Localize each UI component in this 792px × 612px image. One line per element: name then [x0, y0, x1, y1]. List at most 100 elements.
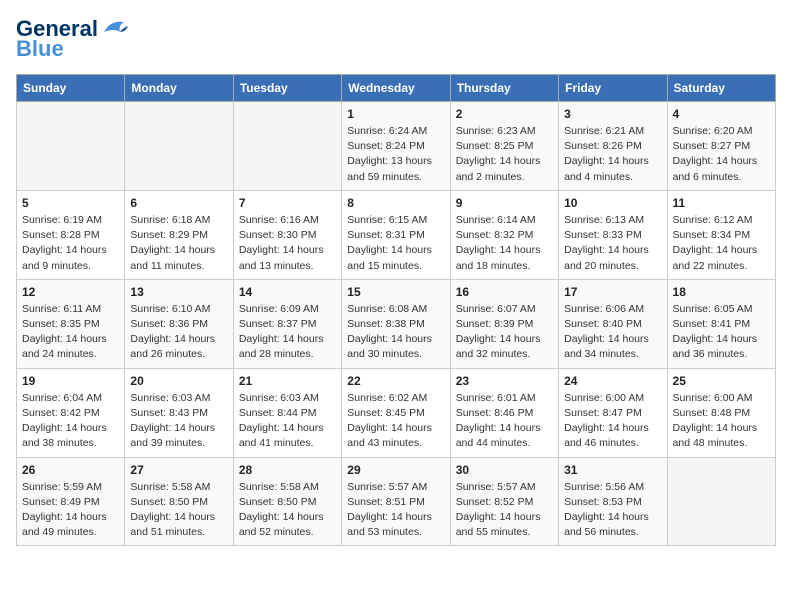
calendar-cell: 9Sunrise: 6:14 AMSunset: 8:32 PMDaylight…: [450, 190, 558, 279]
day-number: 8: [347, 196, 444, 210]
day-number: 6: [130, 196, 227, 210]
calendar-cell: 23Sunrise: 6:01 AMSunset: 8:46 PMDayligh…: [450, 368, 558, 457]
day-info: Sunrise: 6:19 AMSunset: 8:28 PMDaylight:…: [22, 213, 119, 274]
calendar-cell: 4Sunrise: 6:20 AMSunset: 8:27 PMDaylight…: [667, 102, 775, 191]
calendar-cell: 2Sunrise: 6:23 AMSunset: 8:25 PMDaylight…: [450, 102, 558, 191]
day-info: Sunrise: 6:05 AMSunset: 8:41 PMDaylight:…: [673, 302, 770, 363]
calendar-cell: 6 Sunrise: 6:18 AMSunset: 8:29 PMDaylight…: [125, 190, 233, 279]
day-info: Sunrise: 6:03 AMSunset: 8:43 PMDaylight:…: [130, 391, 227, 452]
day-info: Sunrise: 6:01 AMSunset: 8:46 PMDaylight:…: [456, 391, 553, 452]
calendar-cell: 25 Sunrise: 6:00 AMSunset: 8:48 PMDayligh…: [667, 368, 775, 457]
calendar-cell: 17 Sunrise: 6:06 AMSunset: 8:40 PMDayligh…: [559, 279, 667, 368]
day-info: Sunrise: 6:13 AMSunset: 8:33 PMDaylight:…: [564, 213, 661, 274]
day-number: 24: [564, 374, 661, 388]
weekday-tuesday: Tuesday: [233, 75, 341, 102]
day-number: 29: [347, 463, 444, 477]
calendar-cell: 28 Sunrise: 5:58 AMSunset: 8:50 PMDayligh…: [233, 457, 341, 546]
calendar-table: SundayMondayTuesdayWednesdayThursdayFrid…: [16, 74, 776, 546]
day-info: Sunrise: 6:16 AMSunset: 8:30 PMDaylight:…: [239, 213, 336, 274]
calendar-cell: 27 Sunrise: 5:58 AMSunset: 8:50 PMDayligh…: [125, 457, 233, 546]
calendar-cell: [233, 102, 341, 191]
page-header: General Blue: [16, 16, 776, 62]
calendar-cell: 14 Sunrise: 6:09 AMSunset: 8:37 PMDayligh…: [233, 279, 341, 368]
day-info: Sunrise: 6:11 AMSunset: 8:35 PMDaylight:…: [22, 302, 119, 363]
day-info: Sunrise: 6:06 AMSunset: 8:40 PMDaylight:…: [564, 302, 661, 363]
day-number: 17: [564, 285, 661, 299]
calendar-cell: 15Sunrise: 6:08 AMSunset: 8:38 PMDayligh…: [342, 279, 450, 368]
logo-blue-text: Blue: [16, 36, 64, 62]
day-number: 12: [22, 285, 119, 299]
day-number: 20: [130, 374, 227, 388]
calendar-cell: 1 Sunrise: 6:24 AMSunset: 8:24 PMDaylight…: [342, 102, 450, 191]
day-info: Sunrise: 6:15 AMSunset: 8:31 PMDaylight:…: [347, 213, 444, 274]
day-info: Sunrise: 6:04 AMSunset: 8:42 PMDaylight:…: [22, 391, 119, 452]
weekday-friday: Friday: [559, 75, 667, 102]
day-number: 19: [22, 374, 119, 388]
calendar-cell: 22 Sunrise: 6:02 AMSunset: 8:45 PMDayligh…: [342, 368, 450, 457]
day-info: Sunrise: 5:59 AMSunset: 8:49 PMDaylight:…: [22, 480, 119, 541]
day-info: Sunrise: 5:56 AMSunset: 8:53 PMDaylight:…: [564, 480, 661, 541]
day-info: Sunrise: 6:00 AMSunset: 8:48 PMDaylight:…: [673, 391, 770, 452]
calendar-cell: 3 Sunrise: 6:21 AMSunset: 8:26 PMDaylight…: [559, 102, 667, 191]
day-number: 15: [347, 285, 444, 299]
calendar-cell: 8 Sunrise: 6:15 AMSunset: 8:31 PMDaylight…: [342, 190, 450, 279]
calendar-cell: 29 Sunrise: 5:57 AMSunset: 8:51 PMDayligh…: [342, 457, 450, 546]
weekday-saturday: Saturday: [667, 75, 775, 102]
calendar-body: 1 Sunrise: 6:24 AMSunset: 8:24 PMDaylight…: [17, 102, 776, 546]
logo: General Blue: [16, 16, 128, 62]
day-number: 28: [239, 463, 336, 477]
day-info: Sunrise: 6:10 AMSunset: 8:36 PMDaylight:…: [130, 302, 227, 363]
day-number: 10: [564, 196, 661, 210]
day-info: Sunrise: 5:58 AMSunset: 8:50 PMDaylight:…: [239, 480, 336, 541]
calendar-cell: 13 Sunrise: 6:10 AMSunset: 8:36 PMDayligh…: [125, 279, 233, 368]
day-number: 2: [456, 107, 553, 121]
day-number: 11: [673, 196, 770, 210]
day-number: 1: [347, 107, 444, 121]
day-number: 7: [239, 196, 336, 210]
calendar-cell: 26 Sunrise: 5:59 AMSunset: 8:49 PMDayligh…: [17, 457, 125, 546]
calendar-cell: [667, 457, 775, 546]
calendar-cell: [17, 102, 125, 191]
calendar-cell: 5 Sunrise: 6:19 AMSunset: 8:28 PMDaylight…: [17, 190, 125, 279]
calendar-cell: 7 Sunrise: 6:16 AMSunset: 8:30 PMDaylight…: [233, 190, 341, 279]
calendar-cell: 24 Sunrise: 6:00 AMSunset: 8:47 PMDayligh…: [559, 368, 667, 457]
calendar-cell: 10 Sunrise: 6:13 AMSunset: 8:33 PMDayligh…: [559, 190, 667, 279]
calendar-cell: 21Sunrise: 6:03 AMSunset: 8:44 PMDayligh…: [233, 368, 341, 457]
day-info: Sunrise: 6:12 AMSunset: 8:34 PMDaylight:…: [673, 213, 770, 274]
day-number: 27: [130, 463, 227, 477]
day-number: 13: [130, 285, 227, 299]
day-number: 26: [22, 463, 119, 477]
day-info: Sunrise: 6:02 AMSunset: 8:45 PMDaylight:…: [347, 391, 444, 452]
day-number: 14: [239, 285, 336, 299]
calendar-week-4: 19 Sunrise: 6:04 AMSunset: 8:42 PMDayligh…: [17, 368, 776, 457]
day-number: 31: [564, 463, 661, 477]
day-number: 25: [673, 374, 770, 388]
day-info: Sunrise: 6:24 AMSunset: 8:24 PMDaylight:…: [347, 124, 444, 185]
day-info: Sunrise: 6:21 AMSunset: 8:26 PMDaylight:…: [564, 124, 661, 185]
weekday-monday: Monday: [125, 75, 233, 102]
calendar-week-5: 26 Sunrise: 5:59 AMSunset: 8:49 PMDayligh…: [17, 457, 776, 546]
day-info: Sunrise: 6:07 AMSunset: 8:39 PMDaylight:…: [456, 302, 553, 363]
day-info: Sunrise: 6:18 AMSunset: 8:29 PMDaylight:…: [130, 213, 227, 274]
day-info: Sunrise: 5:58 AMSunset: 8:50 PMDaylight:…: [130, 480, 227, 541]
day-info: Sunrise: 5:57 AMSunset: 8:51 PMDaylight:…: [347, 480, 444, 541]
weekday-header-row: SundayMondayTuesdayWednesdayThursdayFrid…: [17, 75, 776, 102]
weekday-thursday: Thursday: [450, 75, 558, 102]
day-number: 5: [22, 196, 119, 210]
day-number: 18: [673, 285, 770, 299]
calendar-cell: 20 Sunrise: 6:03 AMSunset: 8:43 PMDayligh…: [125, 368, 233, 457]
day-number: 16: [456, 285, 553, 299]
day-number: 30: [456, 463, 553, 477]
day-number: 22: [347, 374, 444, 388]
day-info: Sunrise: 6:09 AMSunset: 8:37 PMDaylight:…: [239, 302, 336, 363]
day-info: Sunrise: 6:14 AMSunset: 8:32 PMDaylight:…: [456, 213, 553, 274]
calendar-cell: [125, 102, 233, 191]
weekday-sunday: Sunday: [17, 75, 125, 102]
day-number: 3: [564, 107, 661, 121]
day-info: Sunrise: 6:03 AMSunset: 8:44 PMDaylight:…: [239, 391, 336, 452]
calendar-week-1: 1 Sunrise: 6:24 AMSunset: 8:24 PMDaylight…: [17, 102, 776, 191]
calendar-cell: 12 Sunrise: 6:11 AMSunset: 8:35 PMDayligh…: [17, 279, 125, 368]
calendar-cell: 31 Sunrise: 5:56 AMSunset: 8:53 PMDayligh…: [559, 457, 667, 546]
day-info: Sunrise: 6:00 AMSunset: 8:47 PMDaylight:…: [564, 391, 661, 452]
calendar-cell: 30Sunrise: 5:57 AMSunset: 8:52 PMDayligh…: [450, 457, 558, 546]
